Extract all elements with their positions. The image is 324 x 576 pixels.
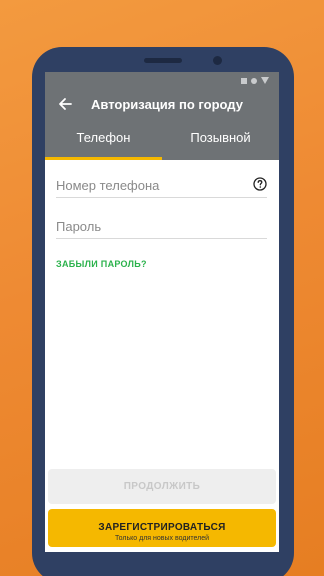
tab-phone[interactable]: Телефон	[45, 130, 162, 160]
register-button[interactable]: ЗАРЕГИСТРИРОВАТЬСЯ Только для новых води…	[48, 509, 276, 547]
page-title: Авторизация по городу	[91, 97, 243, 112]
question-circle-icon[interactable]	[253, 177, 267, 191]
tab-callsign[interactable]: Позывной	[162, 130, 279, 160]
forgot-password-link[interactable]: ЗАБЫЛИ ПАРОЛЬ?	[56, 259, 147, 269]
front-camera	[213, 56, 222, 65]
phone-input[interactable]	[56, 174, 246, 196]
square-icon	[241, 77, 247, 84]
password-field	[56, 215, 267, 239]
circle-icon	[251, 77, 257, 84]
app-screen: Авторизация по городу Телефон Позывной З…	[45, 72, 279, 552]
password-input[interactable]	[56, 215, 246, 237]
status-bar-icons	[241, 77, 269, 84]
tab-selected-indicator	[45, 157, 162, 160]
triangle-icon	[261, 77, 269, 84]
back-button[interactable]	[55, 94, 75, 114]
speaker-grille	[144, 58, 182, 63]
continue-button[interactable]: ПРОДОЛЖИТЬ	[48, 469, 276, 504]
phone-field	[56, 174, 267, 198]
register-label: ЗАРЕГИСТРИРОВАТЬСЯ	[98, 521, 226, 533]
register-sublabel: Только для новых водителей	[114, 534, 210, 542]
app-bar: Авторизация по городу Телефон Позывной	[45, 72, 279, 160]
arrow-left-icon	[59, 98, 72, 110]
